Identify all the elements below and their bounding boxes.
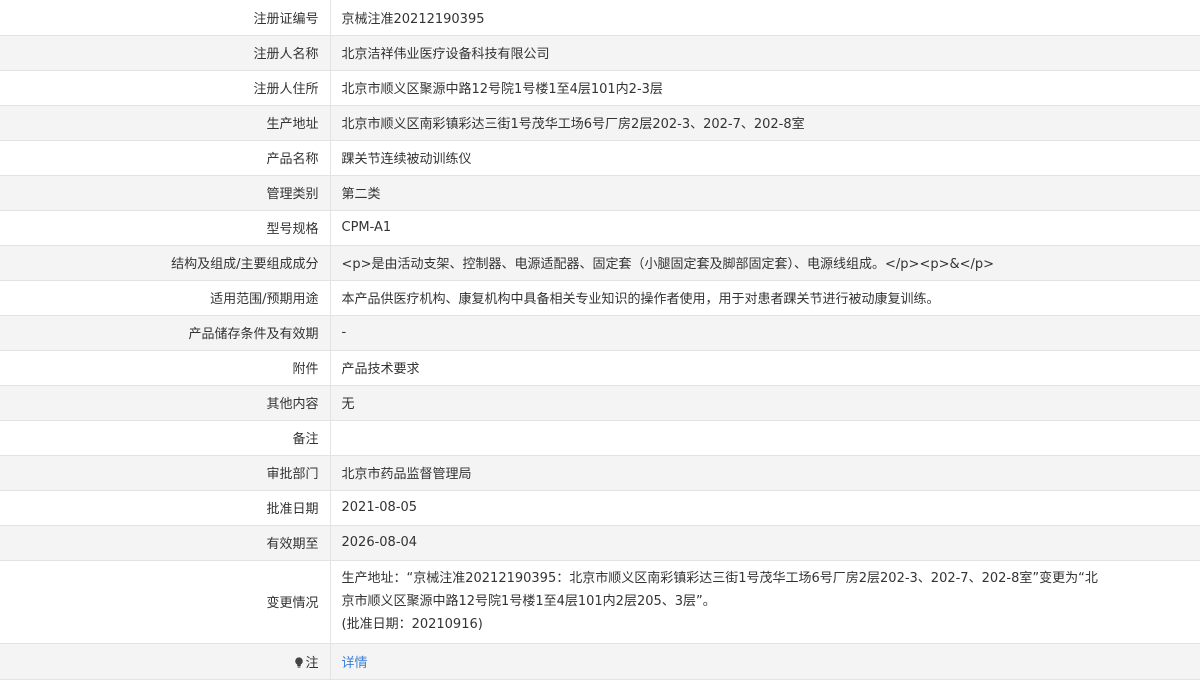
row-value-product-name: 踝关节连续被动训练仪	[330, 140, 1200, 176]
table-row: 附件 产品技术要求	[0, 350, 1200, 386]
row-value-registration-number: 京械注准20212190395	[330, 0, 1200, 36]
row-value-production-address: 北京市顺义区南彩镇彩达三街1号茂华工场6号厂房2层202-3、202-7、202…	[330, 105, 1200, 141]
row-label-registrant-address: 注册人住所	[0, 70, 331, 106]
row-label-model-spec: 型号规格	[0, 210, 331, 246]
row-value-registrant-name: 北京洁祥伟业医疗设备科技有限公司	[330, 35, 1200, 71]
row-value-registrant-address: 北京市顺义区聚源中路12号院1号楼1至4层101内2-3层	[330, 70, 1200, 106]
row-value-change-history: 生产地址：“京械注准20212190395：北京市顺义区南彩镇彩达三街1号茂华工…	[330, 560, 1200, 644]
row-label-remarks: 备注	[0, 420, 331, 456]
row-label-product-name: 产品名称	[0, 140, 331, 176]
lightbulb-icon	[295, 656, 304, 668]
row-value-intended-use: 本产品供医疗机构、康复机构中具备相关专业知识的操作者使用，用于对患者踝关节进行被…	[330, 280, 1200, 316]
row-value-storage: -	[330, 315, 1200, 351]
row-label-management-category: 管理类别	[0, 175, 331, 211]
row-label-storage: 产品储存条件及有效期	[0, 315, 331, 351]
row-label-approval-dept: 审批部门	[0, 455, 331, 491]
row-label-other: 其他内容	[0, 385, 331, 421]
row-label-valid-until: 有效期至	[0, 525, 331, 561]
table-row: 产品储存条件及有效期 -	[0, 315, 1200, 351]
row-label-registration-number: 注册证编号	[0, 0, 331, 36]
table-row: 产品名称 踝关节连续被动训练仪	[0, 140, 1200, 176]
row-value-management-category: 第二类	[330, 175, 1200, 211]
row-label-production-address: 生产地址	[0, 105, 331, 141]
row-label-structure: 结构及组成/主要组成成分	[0, 245, 331, 281]
registration-info-table: 注册证编号 京械注准20212190395 注册人名称 北京洁祥伟业医疗设备科技…	[0, 0, 1200, 680]
table-row: 生产地址 北京市顺义区南彩镇彩达三街1号茂华工场6号厂房2层202-3、202-…	[0, 105, 1200, 141]
row-label-attachment: 附件	[0, 350, 331, 386]
table-row: 注册人住所 北京市顺义区聚源中路12号院1号楼1至4层101内2-3层	[0, 70, 1200, 106]
row-value-note: 详情	[330, 643, 1200, 680]
row-label-intended-use: 适用范围/预期用途	[0, 280, 331, 316]
table-row: 变更情况 生产地址：“京械注准20212190395：北京市顺义区南彩镇彩达三街…	[0, 560, 1200, 644]
table-row: 备注	[0, 420, 1200, 456]
row-label-note: 注	[0, 643, 331, 680]
row-value-valid-until: 2026-08-04	[330, 525, 1200, 561]
table-row: 型号规格 CPM-A1	[0, 210, 1200, 246]
row-value-approval-dept: 北京市药品监督管理局	[330, 455, 1200, 491]
table-row: 注册人名称 北京洁祥伟业医疗设备科技有限公司	[0, 35, 1200, 71]
row-value-model-spec: CPM-A1	[330, 210, 1200, 246]
table-row: 结构及组成/主要组成成分 <p>是由活动支架、控制器、电源适配器、固定套（小腿固…	[0, 245, 1200, 281]
row-value-structure: <p>是由活动支架、控制器、电源适配器、固定套（小腿固定套及脚部固定套）、电源线…	[330, 245, 1200, 281]
table-row: 其他内容 无	[0, 385, 1200, 421]
table-row: 适用范围/预期用途 本产品供医疗机构、康复机构中具备相关专业知识的操作者使用，用…	[0, 280, 1200, 316]
row-value-other: 无	[330, 385, 1200, 421]
note-label: 注	[305, 655, 319, 671]
row-label-approval-date: 批准日期	[0, 490, 331, 526]
change-text-line-2: 京市顺义区聚源中路12号院1号楼1至4层101内2层205、3层”。	[341, 594, 716, 609]
row-value-attachment: 产品技术要求	[330, 350, 1200, 386]
row-label-change-history: 变更情况	[0, 560, 331, 644]
table-row: 批准日期 2021-08-05	[0, 490, 1200, 526]
table-row: 管理类别 第二类	[0, 175, 1200, 211]
change-text-line-1: 生产地址：“京械注准20212190395：北京市顺义区南彩镇彩达三街1号茂华工…	[341, 571, 1098, 586]
table-row: 有效期至 2026-08-04	[0, 525, 1200, 561]
row-value-approval-date: 2021-08-05	[330, 490, 1200, 526]
table-row: 注册证编号 京械注准20212190395	[0, 0, 1200, 36]
row-value-remarks	[330, 420, 1200, 456]
table-row: 审批部门 北京市药品监督管理局	[0, 455, 1200, 491]
change-approval-date: (批准日期：20210916)	[341, 617, 483, 632]
details-link[interactable]: 详情	[342, 656, 368, 671]
row-label-registrant-name: 注册人名称	[0, 35, 331, 71]
table-row: 注 详情	[0, 643, 1200, 680]
